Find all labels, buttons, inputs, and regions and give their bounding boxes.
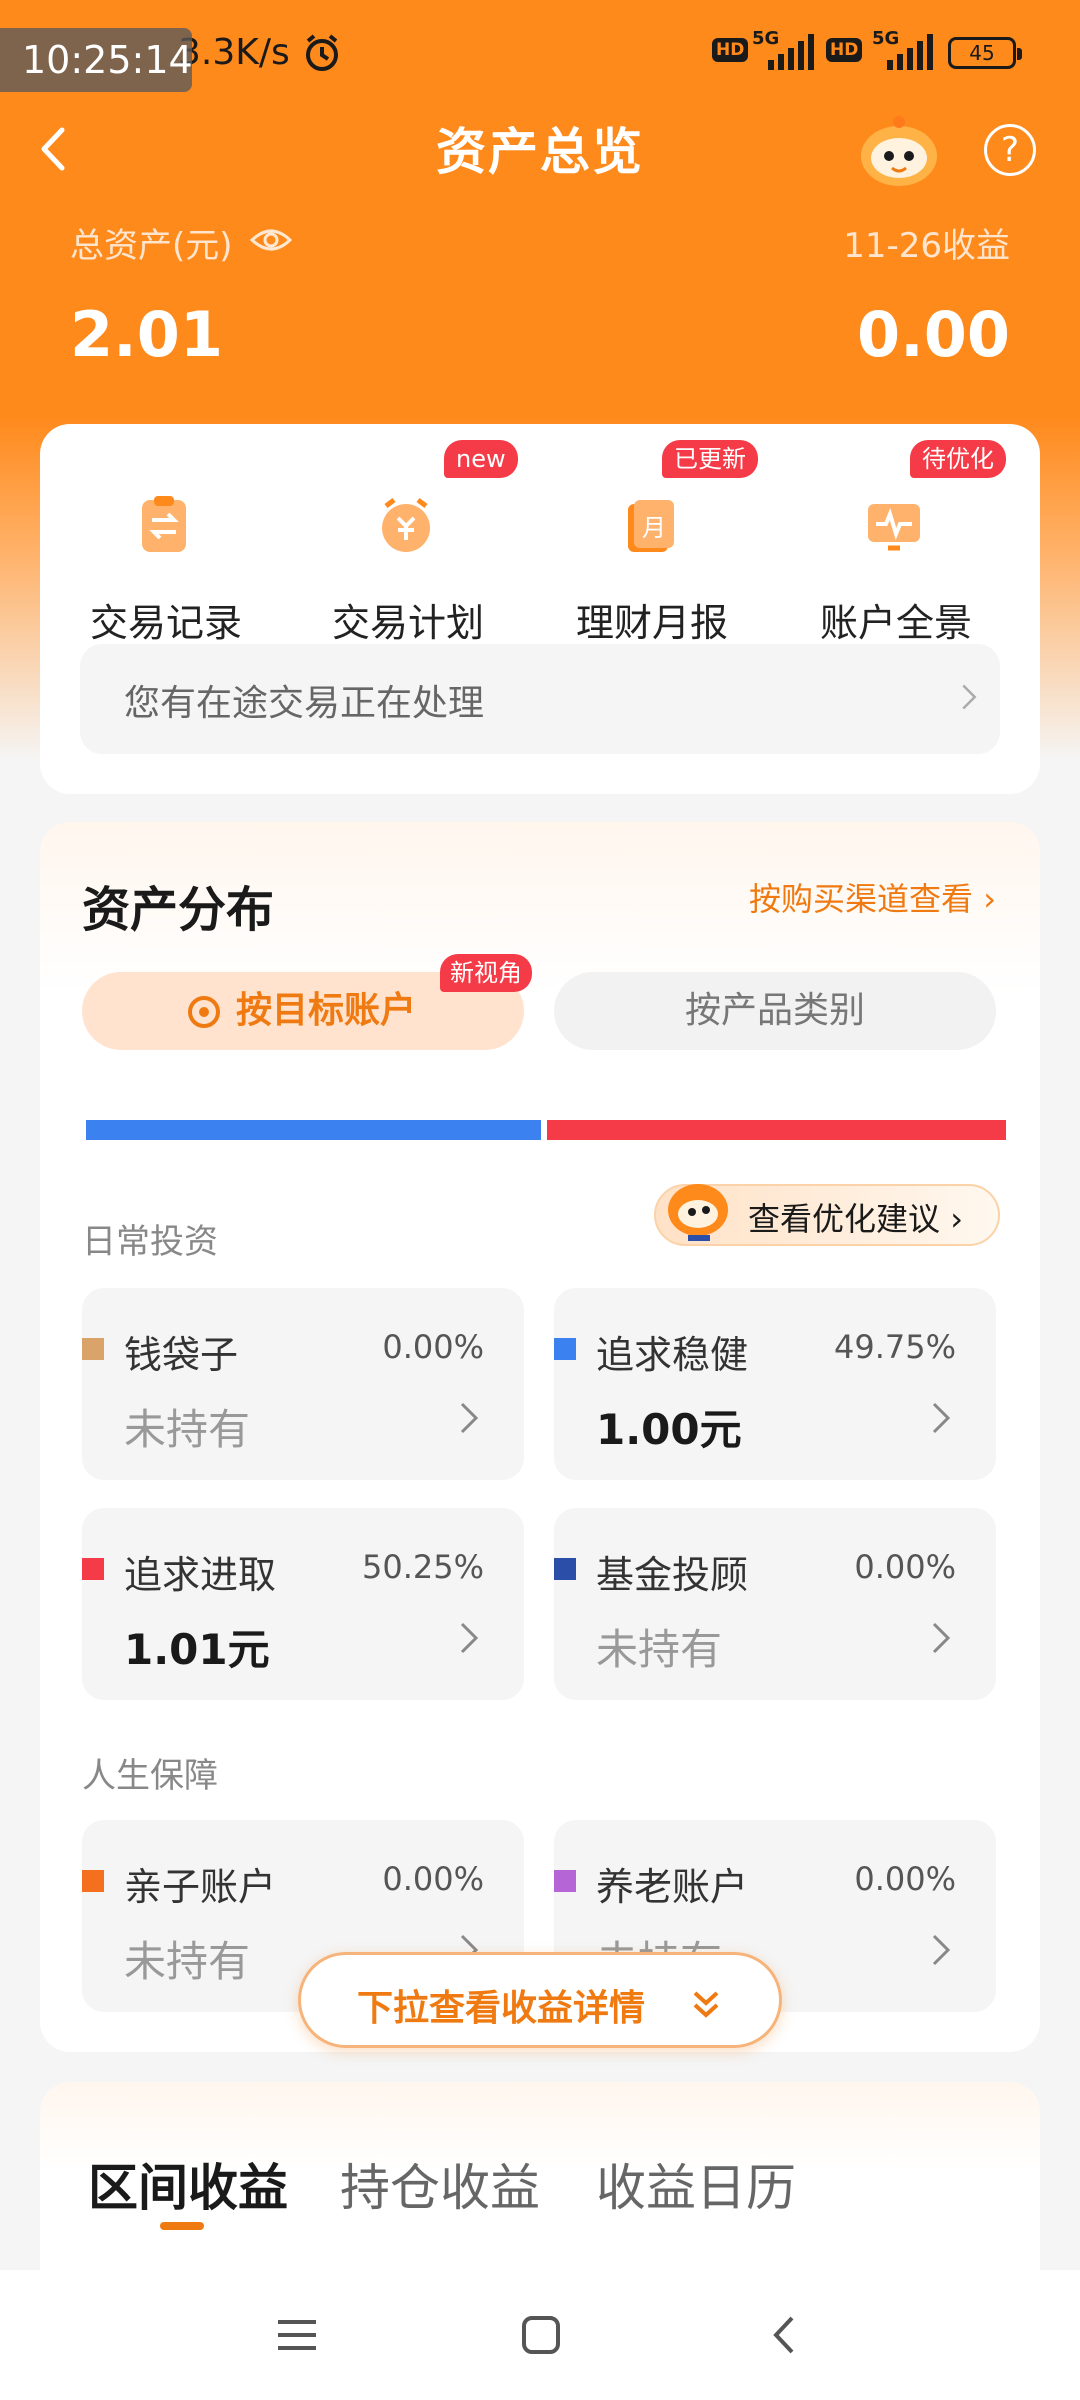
updated-badge: 已更新 <box>662 440 758 478</box>
account-percent: 0.00% <box>382 1860 484 1898</box>
income-label: 11-26收益 <box>843 226 1010 266</box>
account-card-steady[interactable]: 追求稳健 49.75% 1.00元 <box>554 1288 996 1480</box>
home-icon[interactable] <box>518 2312 564 2358</box>
system-navigation-bar <box>0 2270 1080 2400</box>
account-value: 1.01元 <box>124 1625 270 1674</box>
section-title: 资产分布 <box>82 882 275 938</box>
signal-icon <box>768 34 814 70</box>
pull-down-label: 下拉查看收益详情 <box>357 1988 646 2029</box>
monthly-report-icon: 月 <box>628 500 674 552</box>
legend-square <box>82 1870 104 1892</box>
view-by-channel-label: 按购买渠道查看 <box>749 880 974 918</box>
menu-icon[interactable] <box>274 2312 320 2358</box>
back-icon[interactable] <box>762 2312 808 2358</box>
suggestion-label: 查看优化建议 › <box>748 1200 963 1238</box>
account-value: 未持有 <box>124 1405 251 1454</box>
chevron-right-icon <box>932 1402 951 1434</box>
network-speed: 3.3K/s <box>178 32 290 73</box>
target-icon <box>188 996 220 1028</box>
pulse-chart-icon <box>868 504 920 551</box>
svg-text:月: 月 <box>642 514 666 542</box>
quick-action-label: 交易计划 <box>331 601 484 645</box>
account-name: 追求稳健 <box>596 1333 749 1377</box>
screen-clock: 10:25:14 <box>0 28 193 92</box>
eye-icon[interactable] <box>250 226 292 254</box>
help-icon[interactable]: ? <box>984 124 1036 176</box>
account-value: 1.00元 <box>596 1405 742 1454</box>
account-percent: 49.75% <box>833 1328 956 1366</box>
battery-icon: 45 <box>948 37 1022 69</box>
tab-earnings-calendar[interactable]: 收益日历 <box>596 2148 796 2220</box>
account-name: 追求进取 <box>124 1553 277 1597</box>
legend-square <box>554 1558 576 1580</box>
quick-action-transactions[interactable]: 交易记录 <box>46 464 286 645</box>
quick-actions-card: 交易记录 交易计划 new 月 理财月报 已更新 账户全景 待优化 您有在途交易… <box>40 424 1040 794</box>
chevron-right-icon <box>962 684 977 710</box>
total-assets-value: 2.01 <box>70 298 223 371</box>
account-card-qiandaizi[interactable]: 钱袋子 0.00% 未持有 <box>82 1288 524 1480</box>
chevron-right-icon <box>460 1622 479 1654</box>
account-card-fund-advisory[interactable]: 基金投顾 0.00% 未持有 <box>554 1508 996 1700</box>
double-chevron-down-icon <box>693 1991 719 2018</box>
in-transit-notice[interactable]: 您有在途交易正在处理 <box>80 644 1000 754</box>
account-value: 未持有 <box>124 1937 251 1986</box>
signal-icon-2 <box>887 34 933 70</box>
chevron-right-icon <box>460 1402 479 1434</box>
new-perspective-badge: 新视角 <box>440 954 532 992</box>
pull-down-earnings-button[interactable]: 下拉查看收益详情 <box>298 1952 782 2048</box>
quick-action-account-overview[interactable]: 账户全景 待优化 <box>776 440 1016 645</box>
account-percent: 50.25% <box>361 1548 484 1586</box>
view-by-channel-link[interactable]: 按购买渠道查看 › <box>749 874 996 920</box>
account-name: 基金投顾 <box>596 1553 749 1597</box>
quick-action-label: 交易记录 <box>89 601 242 645</box>
group-label-daily-investment: 日常投资 <box>82 1222 218 1262</box>
account-name: 亲子账户 <box>124 1865 277 1909</box>
quick-action-label: 账户全景 <box>819 601 972 645</box>
legend-square <box>82 1558 104 1580</box>
legend-square <box>82 1338 104 1360</box>
in-transit-text: 您有在途交易正在处理 <box>124 683 485 724</box>
quick-action-monthly-report[interactable]: 月 理财月报 已更新 <box>532 440 772 645</box>
new-badge: new <box>444 440 518 478</box>
legend-square <box>554 1338 576 1360</box>
status-bar: 3.3K/s 10:25:14 HD 5G HD 5G 45 <box>0 0 1080 100</box>
account-name: 钱袋子 <box>124 1333 239 1377</box>
mascot-assistant-icon[interactable] <box>858 112 940 188</box>
transfer-icon <box>142 496 186 552</box>
asset-distribution-card: 资产分布 按购买渠道查看 › 按目标账户 新视角 按产品类别 日常投资 查看优化… <box>40 822 1040 2052</box>
quick-action-plan[interactable]: 交易计划 new <box>288 440 528 645</box>
hd-label-2: HD <box>826 38 863 62</box>
alarm-icon <box>306 34 338 71</box>
chevron-right-icon <box>932 1622 951 1654</box>
to-optimize-badge: 待优化 <box>910 440 1006 478</box>
view-optimization-suggestion-button[interactable]: 查看优化建议 › <box>654 1184 1000 1246</box>
income-value: 0.00 <box>857 298 1010 371</box>
legend-square <box>554 1870 576 1892</box>
tab-holding-earnings[interactable]: 持仓收益 <box>340 2148 540 2220</box>
account-value: 未持有 <box>596 1625 723 1674</box>
chevron-right-icon <box>932 1934 951 1966</box>
account-name: 养老账户 <box>596 1865 749 1909</box>
account-percent: 0.00% <box>854 1860 956 1898</box>
total-assets-label: 总资产(元) <box>70 226 233 266</box>
distribution-bar-aggressive <box>547 1120 1006 1140</box>
tab-interval-earnings[interactable]: 区间收益 <box>88 2148 288 2220</box>
account-card-aggressive[interactable]: 追求进取 50.25% 1.01元 <box>82 1508 524 1700</box>
mascot-icon <box>668 1184 728 1241</box>
plan-clock-icon <box>382 498 430 552</box>
quick-action-label: 理财月报 <box>575 601 728 645</box>
account-percent: 0.00% <box>382 1328 484 1366</box>
segment-label: 按目标账户 <box>235 990 416 1031</box>
hd-label-1: HD <box>712 38 749 62</box>
tab-by-product-type[interactable]: 按产品类别 <box>554 972 996 1050</box>
active-tab-indicator <box>160 2222 204 2230</box>
group-label-life-protection: 人生保障 <box>82 1756 218 1796</box>
distribution-bar-steady <box>86 1120 541 1140</box>
account-percent: 0.00% <box>854 1548 956 1586</box>
chevron-right-icon: › <box>983 880 996 918</box>
